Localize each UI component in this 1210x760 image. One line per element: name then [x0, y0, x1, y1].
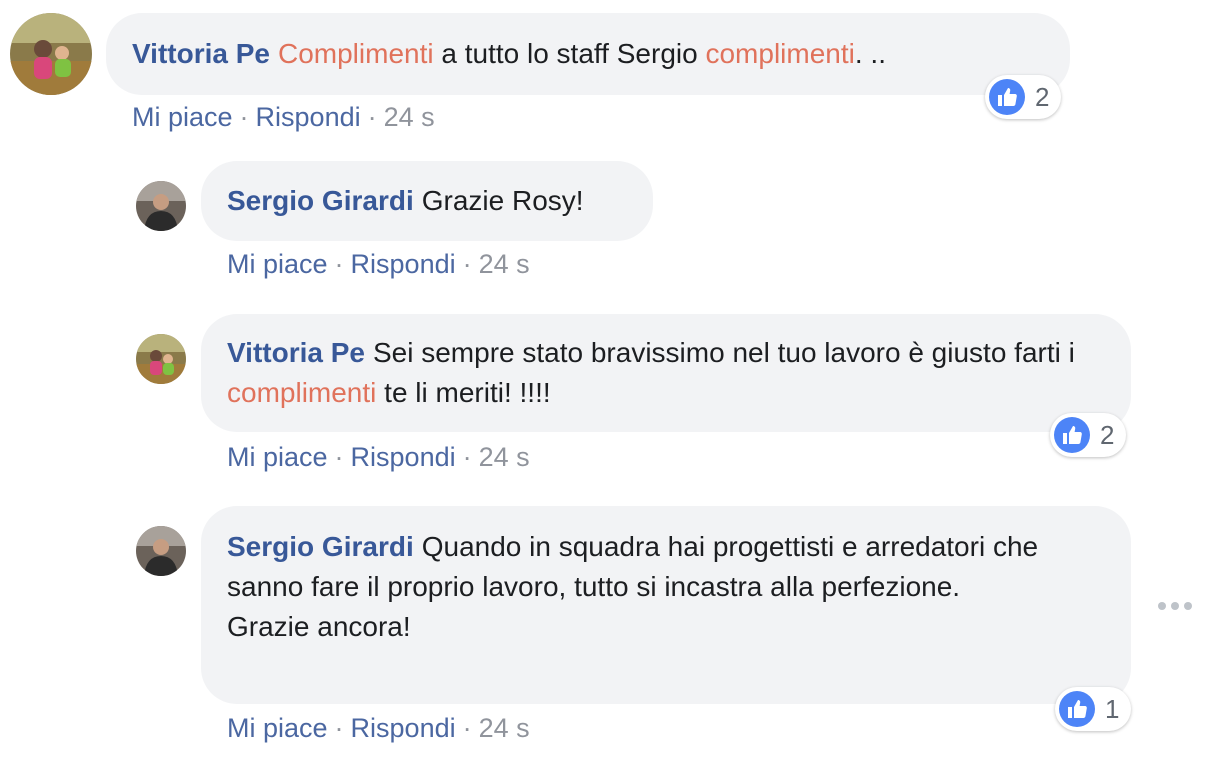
avatar-photo	[136, 334, 186, 384]
comment-actions: Mi piace · Rispondi · 24 s	[132, 99, 435, 135]
comment-actions: Mi piace · Rispondi · 24 s	[227, 246, 530, 282]
comment-author[interactable]: Vittoria Pe	[132, 38, 270, 69]
more-dot	[1171, 602, 1179, 610]
highlighted-word: Complimenti	[277, 38, 434, 69]
reply-link[interactable]: Rispondi	[351, 442, 456, 472]
avatar-photo	[136, 181, 186, 231]
like-link[interactable]: Mi piace	[227, 713, 328, 743]
avatar-photo	[136, 526, 186, 576]
reaction-count-label: 2	[1100, 419, 1115, 450]
avatar[interactable]	[136, 526, 186, 576]
comment-bubble: Vittoria Pe Complimenti a tutto lo staff …	[106, 13, 1070, 95]
timestamp[interactable]: 24 s	[479, 442, 530, 472]
timestamp[interactable]: 24 s	[384, 102, 435, 132]
comment-author[interactable]: Vittoria Pe	[227, 337, 365, 368]
more-options-icon[interactable]	[1158, 596, 1192, 616]
reaction-count[interactable]: 2	[985, 75, 1062, 119]
avatar[interactable]	[136, 181, 186, 231]
comment-bubble: Sergio Girardi Grazie Rosy!	[201, 161, 653, 241]
thumbs-up-icon	[1059, 691, 1095, 727]
thumbs-up-icon	[989, 79, 1025, 115]
separator: ·	[462, 713, 472, 743]
comment-text: Grazie ancora!	[227, 611, 411, 642]
avatar[interactable]	[10, 13, 92, 95]
reaction-count[interactable]: 1	[1055, 687, 1132, 731]
comment-actions: Mi piace · Rispondi · 24 s	[227, 439, 530, 475]
thumbs-up-icon	[1054, 417, 1090, 453]
timestamp[interactable]: 24 s	[479, 249, 530, 279]
comment-author[interactable]: Sergio Girardi	[227, 531, 414, 562]
separator: ·	[334, 249, 344, 279]
separator: ·	[334, 442, 344, 472]
avatar-photo	[10, 13, 92, 95]
separator: ·	[367, 102, 377, 132]
reply-link[interactable]: Rispondi	[351, 249, 456, 279]
comment-text: Sei sempre stato bravissimo nel tuo lavo…	[372, 337, 1075, 368]
avatar[interactable]	[136, 334, 186, 384]
more-dot	[1184, 602, 1192, 610]
separator: ·	[462, 442, 472, 472]
reply-link[interactable]: Rispondi	[256, 102, 361, 132]
comment-text: a tutto lo staff Sergio	[433, 38, 706, 69]
highlighted-word: complimenti	[705, 38, 855, 69]
separator: ·	[334, 713, 344, 743]
like-link[interactable]: Mi piace	[132, 102, 233, 132]
reply-link[interactable]: Rispondi	[351, 713, 456, 743]
comment-text: . ..	[854, 38, 886, 69]
like-link[interactable]: Mi piace	[227, 249, 328, 279]
highlighted-word: complimenti	[227, 377, 377, 408]
reaction-count[interactable]: 2	[1050, 413, 1127, 457]
comment-actions: Mi piace · Rispondi · 24 s	[227, 710, 530, 746]
separator: ·	[462, 249, 472, 279]
comment-text: Grazie Rosy!	[421, 185, 584, 216]
reaction-count-label: 1	[1105, 693, 1120, 724]
reaction-count-label: 2	[1035, 81, 1050, 112]
comment-text: te li meriti! !!!!	[376, 377, 551, 408]
more-dot	[1158, 602, 1166, 610]
comment-author[interactable]: Sergio Girardi	[227, 185, 414, 216]
comment-bubble: Vittoria Pe Sei sempre stato bravissimo n…	[201, 314, 1131, 432]
separator: ·	[239, 102, 249, 132]
timestamp[interactable]: 24 s	[479, 713, 530, 743]
comment-bubble: Sergio Girardi Quando in squadra hai prog…	[201, 506, 1131, 704]
like-link[interactable]: Mi piace	[227, 442, 328, 472]
